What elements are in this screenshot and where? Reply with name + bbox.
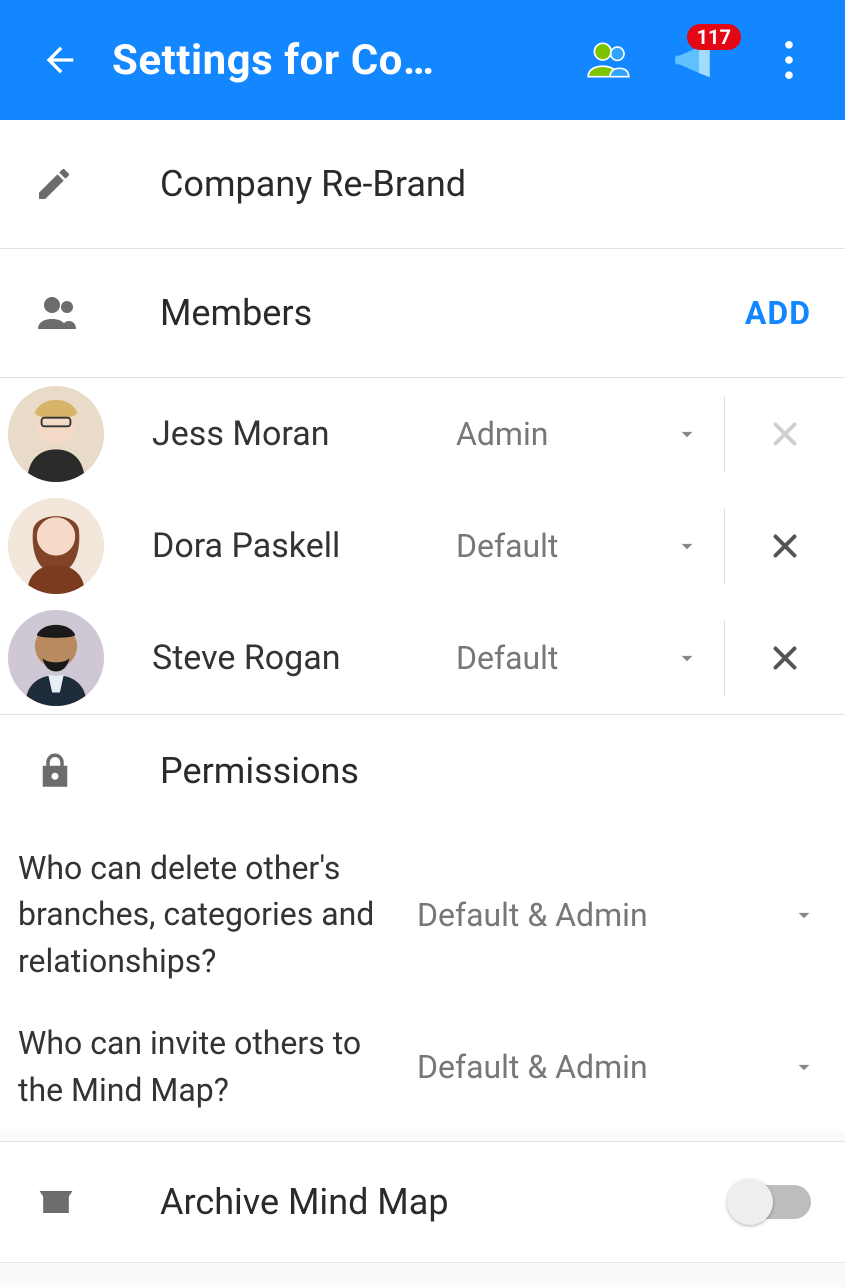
chevron-down-icon xyxy=(791,1054,817,1080)
members-header: Members ADD xyxy=(0,249,845,377)
chevron-down-icon xyxy=(674,533,700,559)
member-row: Steve Rogan Default xyxy=(0,602,845,714)
back-button[interactable] xyxy=(36,36,84,84)
permission-question: Who can invite others to the Mind Map? xyxy=(18,1020,393,1113)
lock-icon xyxy=(34,750,76,792)
member-name: Jess Moran xyxy=(152,414,444,454)
appbar-actions: 117 xyxy=(581,32,817,88)
members-label: Members xyxy=(160,292,745,334)
close-icon xyxy=(766,639,804,677)
people-icon xyxy=(584,35,634,85)
member-role-select[interactable]: Admin xyxy=(444,415,724,453)
page-title: Settings for Co… xyxy=(112,36,553,85)
avatar xyxy=(8,498,104,594)
member-role-value: Default xyxy=(456,527,558,565)
overflow-menu-button[interactable] xyxy=(761,32,817,88)
member-role-select[interactable]: Default xyxy=(444,639,724,677)
archive-row: Archive Mind Map xyxy=(0,1142,845,1262)
permission-row: Who can invite others to the Mind Map? D… xyxy=(0,1002,845,1131)
people-button[interactable] xyxy=(581,32,637,88)
member-row: Jess Moran Admin xyxy=(0,378,845,490)
permission-select[interactable]: Default & Admin xyxy=(417,1048,817,1086)
add-member-button[interactable]: ADD xyxy=(745,294,811,332)
member-row: Dora Paskell Default xyxy=(0,490,845,602)
close-icon xyxy=(766,527,804,565)
remove-member-button[interactable] xyxy=(725,639,845,677)
notification-badge: 117 xyxy=(687,24,741,50)
mindmap-name: Company Re-Brand xyxy=(160,163,845,205)
chevron-down-icon xyxy=(674,645,700,671)
app-bar: Settings for Co… 117 xyxy=(0,0,845,120)
pencil-icon xyxy=(34,164,74,204)
avatar xyxy=(8,610,104,706)
members-icon xyxy=(34,289,82,337)
permissions-label: Permissions xyxy=(160,750,845,792)
member-role-select[interactable]: Default xyxy=(444,527,724,565)
permission-value: Default & Admin xyxy=(417,1048,648,1086)
toggle-knob xyxy=(727,1179,773,1225)
member-role-value: Admin xyxy=(456,415,548,453)
chevron-down-icon xyxy=(674,421,700,447)
archive-toggle[interactable] xyxy=(731,1185,811,1219)
more-vert-icon xyxy=(785,41,793,79)
close-icon xyxy=(766,415,804,453)
archive-icon xyxy=(34,1180,78,1224)
permission-select[interactable]: Default & Admin xyxy=(417,896,817,934)
mindmap-name-row[interactable]: Company Re-Brand xyxy=(0,120,845,248)
permissions-header: Permissions xyxy=(0,715,845,827)
avatar xyxy=(8,386,104,482)
member-role-value: Default xyxy=(456,639,558,677)
chevron-down-icon xyxy=(791,902,817,928)
member-name: Steve Rogan xyxy=(152,638,444,678)
permission-row: Who can delete other's branches, categor… xyxy=(0,827,845,1002)
permission-question: Who can delete other's branches, categor… xyxy=(18,845,393,984)
member-name: Dora Paskell xyxy=(152,526,444,566)
arrow-left-icon xyxy=(40,40,80,80)
notifications-button[interactable]: 117 xyxy=(671,32,727,88)
permission-value: Default & Admin xyxy=(417,896,648,934)
remove-member-button[interactable] xyxy=(725,527,845,565)
archive-label: Archive Mind Map xyxy=(160,1181,731,1223)
remove-member-button xyxy=(725,415,845,453)
